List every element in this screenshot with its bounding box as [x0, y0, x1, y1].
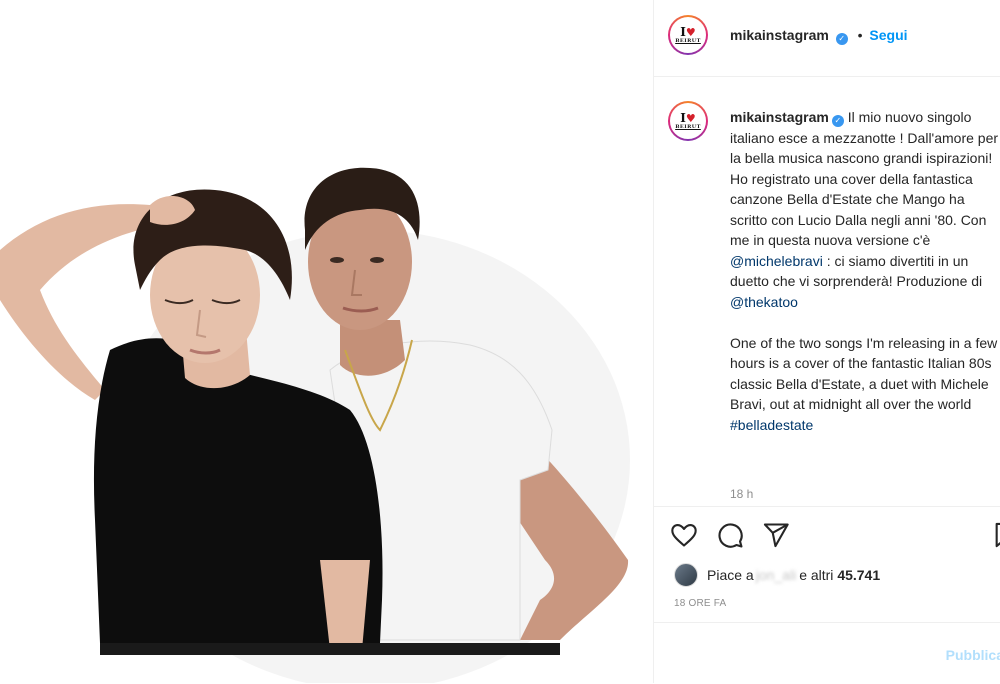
- hashtag-link[interactable]: #belladestate: [730, 417, 813, 433]
- follow-separator: •: [857, 27, 863, 43]
- liker-username[interactable]: jon_ali: [756, 567, 796, 583]
- publish-button[interactable]: Pubblica: [946, 647, 1000, 663]
- caption-body-3: One of the two songs I'm releasing in a …: [730, 334, 998, 413]
- comment-icon[interactable]: [716, 521, 744, 549]
- comment-bar: Pubblica: [654, 622, 1000, 684]
- follow-button[interactable]: Segui: [869, 27, 907, 43]
- verified-badge-icon: ✓: [835, 33, 848, 45]
- liker-avatar: [674, 563, 698, 587]
- share-icon[interactable]: [762, 521, 790, 549]
- caption-section: I♥ BEIRUT mikainstagram ✓ Il mio nuovo si…: [654, 77, 1000, 505]
- caption-time[interactable]: 18 h: [730, 487, 753, 501]
- post-header: I♥ BEIRUT mikainstagram ✓ • Segui: [654, 0, 1000, 77]
- likes-count[interactable]: 45.741: [837, 567, 880, 583]
- post-date[interactable]: 18 ORE FA: [674, 598, 726, 609]
- mention-link[interactable]: @thekatoo: [730, 294, 798, 310]
- caption-username[interactable]: mikainstagram: [730, 109, 829, 125]
- avatar-logo: I♥ BEIRUT: [675, 110, 701, 130]
- post-photo[interactable]: [0, 0, 653, 683]
- header-user-line: mikainstagram ✓ • Segui: [730, 27, 908, 45]
- author-username[interactable]: mikainstagram: [730, 27, 829, 43]
- verified-badge-icon: ✓: [831, 115, 844, 127]
- caption-text: mikainstagram ✓ Il mio nuovo singolo ital…: [730, 107, 1000, 435]
- author-avatar[interactable]: I♥ BEIRUT: [668, 15, 708, 55]
- bookmark-icon[interactable]: [992, 521, 1000, 549]
- likes-summary[interactable]: Piace a jon_ali e altri 45.741: [674, 563, 880, 587]
- post-side-panel: I♥ BEIRUT mikainstagram ✓ • Segui I♥ BEI…: [654, 0, 1000, 683]
- caption-avatar[interactable]: I♥ BEIRUT: [668, 101, 708, 141]
- mention-link[interactable]: @michelebravi: [730, 253, 823, 269]
- avatar-logo: I♥ BEIRUT: [675, 24, 701, 44]
- caption-body-1: Il mio nuovo singolo italiano esce a mez…: [730, 109, 999, 248]
- likes-prefix: Piace a: [707, 567, 754, 583]
- post-actions: Piace a jon_ali e altri 45.741 18 ORE FA: [654, 506, 1000, 623]
- heart-icon[interactable]: [670, 521, 698, 549]
- photo-illustration: [0, 167, 630, 683]
- likes-suffix: e altri: [799, 567, 834, 583]
